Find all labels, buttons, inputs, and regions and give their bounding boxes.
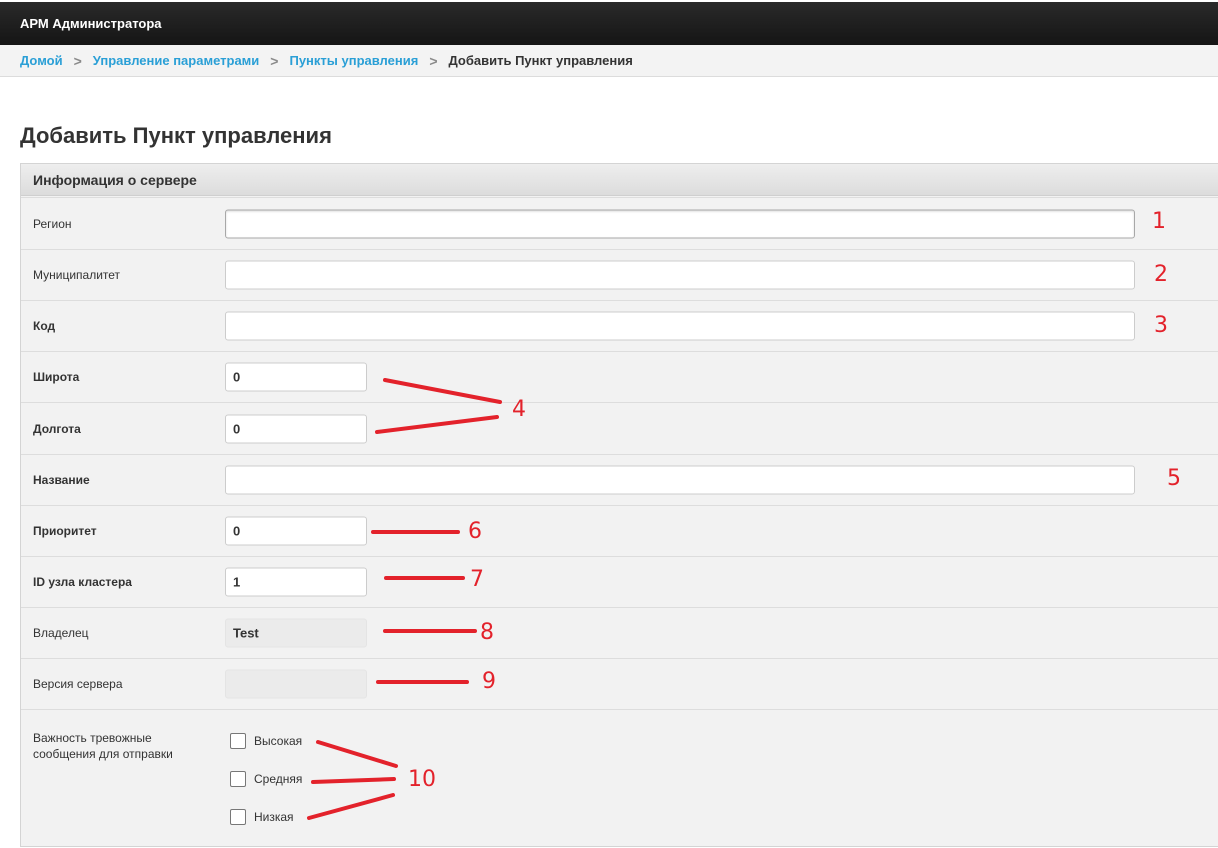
cluster-node-row: ID узла кластера <box>21 556 1218 607</box>
region-label: Регион <box>33 216 72 231</box>
annotation-number-4: 4 <box>512 397 526 422</box>
name-label: Название <box>33 473 90 487</box>
severity-high-option[interactable]: Высокая <box>230 733 302 749</box>
breadcrumb-control-points[interactable]: Пункты управления <box>289 53 418 68</box>
server-version-row: Версия сервера <box>21 658 1218 709</box>
municipality-label: Муниципалитет <box>33 268 121 282</box>
annotation-number-9: 9 <box>482 669 496 694</box>
severity-high-checkbox[interactable] <box>230 733 246 749</box>
longitude-row: Долгота <box>21 402 1218 454</box>
server-version-value <box>225 669 367 699</box>
severity-label-line2: сообщения для отправки <box>33 747 173 761</box>
severity-medium-option[interactable]: Средняя <box>230 771 302 787</box>
latitude-row: Широта <box>21 351 1218 402</box>
latitude-label: Широта <box>33 370 80 384</box>
chevron-right-icon: > <box>73 52 82 69</box>
server-version-label: Версия сервера <box>33 677 123 691</box>
municipality-row: Муниципалитет <box>21 249 1218 300</box>
panel-title: Информация о сервере <box>21 164 1218 196</box>
breadcrumb-home[interactable]: Домой <box>20 53 63 68</box>
server-info-panel: Информация о сервере Регион Муниципалите… <box>20 163 1218 847</box>
severity-label: Важность тревожные сообщения для отправк… <box>33 730 173 762</box>
region-input[interactable] <box>225 209 1135 238</box>
severity-high-label: Высокая <box>254 734 303 748</box>
chevron-right-icon: > <box>270 52 279 69</box>
priority-label: Приоритет <box>33 524 97 538</box>
severity-low-checkbox[interactable] <box>230 809 246 825</box>
annotation-number-6: 6 <box>468 519 482 544</box>
annotation-number-1: 1 <box>1152 209 1166 234</box>
page-title: Добавить Пункт управления <box>20 123 332 148</box>
breadcrumb-parameters[interactable]: Управление параметрами <box>93 53 260 68</box>
municipality-input[interactable] <box>225 260 1135 290</box>
severity-row: Важность тревожные сообщения для отправк… <box>21 709 1218 848</box>
annotation-number-5: 5 <box>1167 466 1181 491</box>
breadcrumb: Домой > Управление параметрами > Пункты … <box>0 45 1218 77</box>
severity-low-option[interactable]: Низкая <box>230 809 294 825</box>
priority-input[interactable] <box>225 516 367 546</box>
cluster-node-input[interactable] <box>225 567 367 597</box>
name-row: Название <box>21 454 1218 505</box>
cluster-node-label: ID узла кластера <box>33 575 132 589</box>
owner-value: Test <box>225 618 367 648</box>
breadcrumb-current: Добавить Пункт управления <box>448 53 633 68</box>
longitude-label: Долгота <box>33 421 81 436</box>
code-label: Код <box>33 319 56 333</box>
owner-label: Владелец <box>33 626 89 640</box>
app-title: АРМ Администратора <box>20 16 162 31</box>
priority-row: Приоритет <box>21 505 1218 556</box>
severity-label-line1: Важность тревожные <box>33 731 152 745</box>
owner-row: Владелец Test <box>21 607 1218 658</box>
annotation-number-10: 10 <box>408 767 436 792</box>
code-row: Код <box>21 300 1218 351</box>
top-bar: АРМ Администратора <box>0 2 1218 45</box>
code-input[interactable] <box>225 311 1135 341</box>
longitude-input[interactable] <box>225 414 367 443</box>
latitude-input[interactable] <box>225 362 367 392</box>
severity-medium-label: Средняя <box>254 772 303 786</box>
region-row: Регион <box>21 197 1218 249</box>
annotation-number-3: 3 <box>1154 313 1168 338</box>
name-input[interactable] <box>225 465 1135 495</box>
severity-low-label: Низкая <box>254 810 294 824</box>
annotation-number-2: 2 <box>1154 262 1168 287</box>
chevron-right-icon: > <box>429 52 438 69</box>
annotation-number-8: 8 <box>480 620 494 645</box>
annotation-number-7: 7 <box>470 567 484 592</box>
severity-medium-checkbox[interactable] <box>230 771 246 787</box>
